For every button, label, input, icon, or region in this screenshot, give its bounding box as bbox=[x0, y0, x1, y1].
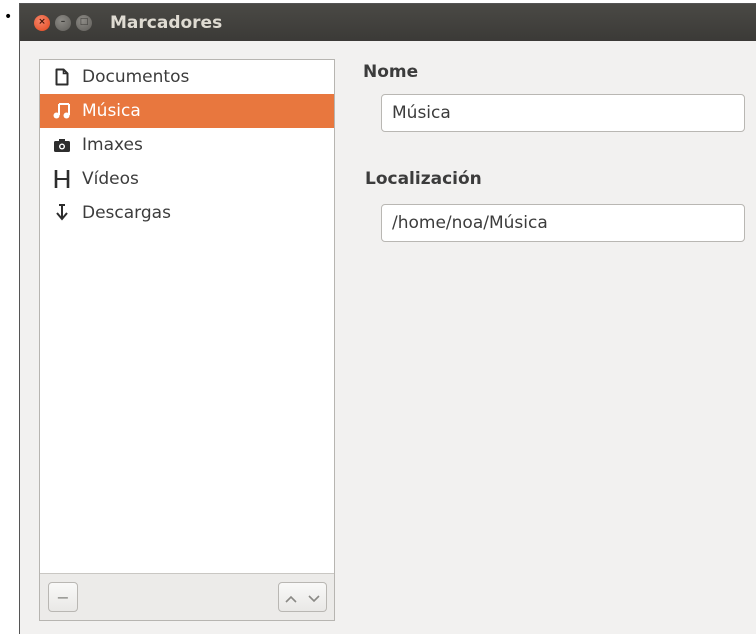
sidebar-item-label: Descargas bbox=[82, 203, 171, 223]
remove-bookmark-button[interactable]: − bbox=[48, 582, 78, 612]
bookmarks-list: Documentos Música Imaxes Vídeos Descarga… bbox=[40, 60, 334, 230]
close-button[interactable]: × bbox=[34, 14, 50, 31]
maximize-icon: □ bbox=[79, 17, 89, 27]
minus-icon: − bbox=[56, 587, 70, 607]
sidebar-toolbar: − bbox=[40, 573, 334, 620]
sidebar-item-documentos[interactable]: Documentos bbox=[40, 60, 334, 94]
sidebar-item-imaxes[interactable]: Imaxes bbox=[40, 128, 334, 162]
move-down-button[interactable] bbox=[302, 582, 327, 612]
sidebar-item-descargas[interactable]: Descargas bbox=[40, 196, 334, 230]
name-label: Nome bbox=[363, 62, 419, 82]
chevron-up-icon bbox=[285, 588, 297, 607]
sidebar-item-label: Vídeos bbox=[82, 169, 139, 189]
location-label: Localización bbox=[365, 169, 482, 189]
window-title: Marcadores bbox=[110, 12, 223, 33]
sidebar-item-label: Música bbox=[82, 101, 141, 121]
bookmarks-sidebar: Documentos Música Imaxes Vídeos Descarga… bbox=[39, 59, 335, 621]
music-note-icon bbox=[52, 101, 72, 121]
sidebar-item-videos[interactable]: Vídeos bbox=[40, 162, 334, 196]
minimize-icon: – bbox=[60, 17, 66, 27]
name-field[interactable] bbox=[381, 94, 745, 132]
title-bar[interactable]: × – □ Marcadores bbox=[20, 4, 756, 41]
move-up-button[interactable] bbox=[278, 582, 304, 612]
close-icon: × bbox=[38, 17, 46, 27]
camera-icon bbox=[52, 135, 72, 155]
minimize-button[interactable]: – bbox=[55, 14, 71, 31]
location-field[interactable] bbox=[381, 204, 745, 242]
sidebar-item-label: Imaxes bbox=[82, 135, 143, 155]
maximize-button[interactable]: □ bbox=[76, 14, 92, 31]
sidebar-item-label: Documentos bbox=[82, 67, 190, 87]
list-bullet: • bbox=[4, 9, 13, 25]
film-icon bbox=[52, 169, 72, 189]
bookmarks-window: × – □ Marcadores Documentos Música Imaxe… bbox=[20, 4, 756, 634]
sidebar-item-musica[interactable]: Música bbox=[40, 94, 334, 128]
chevron-down-icon bbox=[308, 588, 320, 607]
download-arrow-icon bbox=[52, 203, 72, 223]
document-icon bbox=[52, 67, 72, 87]
